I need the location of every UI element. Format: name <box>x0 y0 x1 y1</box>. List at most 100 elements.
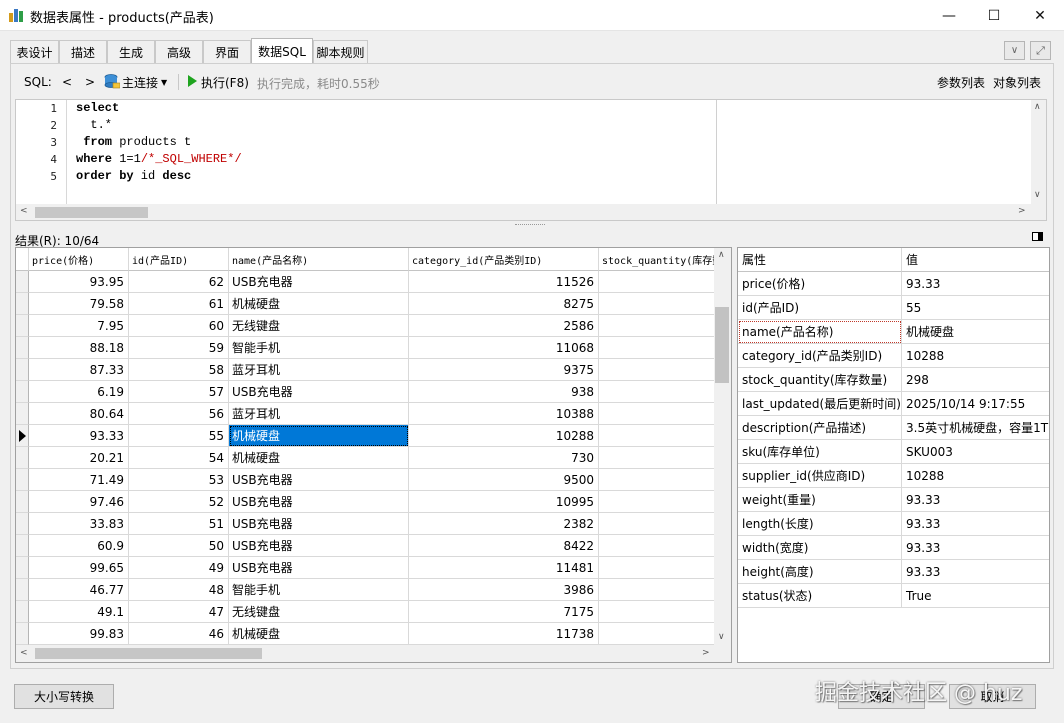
table-cell[interactable] <box>599 381 719 403</box>
table-cell[interactable]: 7175 <box>409 601 599 623</box>
grid-hscroll-thumb[interactable] <box>35 648 262 659</box>
editor-horizontal-scrollbar[interactable]: < > <box>16 204 1046 220</box>
table-cell[interactable]: 79.58 <box>29 293 129 315</box>
table-cell[interactable]: 9500 <box>409 469 599 491</box>
column-header[interactable]: category_id(产品类别ID) <box>409 248 599 271</box>
table-cell[interactable]: 97.46 <box>29 491 129 513</box>
table-cell[interactable]: 11068 <box>409 337 599 359</box>
table-cell[interactable] <box>599 271 719 293</box>
table-cell[interactable]: 无线键盘 <box>229 315 409 337</box>
column-header[interactable]: name(产品名称) <box>229 248 409 271</box>
table-cell[interactable]: USB充电器 <box>229 557 409 579</box>
table-cell[interactable]: 57 <box>129 381 229 403</box>
table-cell[interactable] <box>599 293 719 315</box>
table-cell[interactable]: 8422 <box>409 535 599 557</box>
row-indicator[interactable] <box>16 359 29 381</box>
table-cell[interactable]: 59 <box>129 337 229 359</box>
tab-script-rules[interactable]: 脚本规则 <box>313 40 368 63</box>
table-cell[interactable]: 蓝牙耳机 <box>229 359 409 381</box>
result-grid[interactable]: price(价格) id(产品ID) name(产品名称) category_id(产… <box>15 247 732 663</box>
scroll-right-icon[interactable]: > <box>1018 206 1026 216</box>
table-cell[interactable]: 80.64 <box>29 403 129 425</box>
scroll-left-icon[interactable]: < <box>20 206 28 216</box>
table-cell[interactable]: 46.77 <box>29 579 129 601</box>
table-cell[interactable]: 3986 <box>409 579 599 601</box>
row-indicator[interactable] <box>16 447 29 469</box>
column-header[interactable]: id(产品ID) <box>129 248 229 271</box>
editor-vertical-scrollbar[interactable]: ∧ ∨ <box>1031 100 1046 204</box>
table-cell[interactable]: USB充电器 <box>229 469 409 491</box>
table-cell[interactable]: 8275 <box>409 293 599 315</box>
table-cell[interactable]: 48 <box>129 579 229 601</box>
row-indicator[interactable] <box>16 315 29 337</box>
property-value[interactable]: 55 <box>902 296 1049 320</box>
objects-list-button[interactable]: 对象列表 <box>993 73 1041 91</box>
table-cell[interactable]: 56 <box>129 403 229 425</box>
scroll-down-icon[interactable]: ∨ <box>718 632 725 642</box>
case-convert-button[interactable]: 大小写转换 <box>14 684 114 709</box>
tab-table-design[interactable]: 表设计 <box>10 40 59 63</box>
tab-generate[interactable]: 生成 <box>107 40 155 63</box>
scroll-right-icon[interactable]: > <box>702 648 710 658</box>
row-indicator[interactable] <box>16 513 29 535</box>
table-cell[interactable]: 7.95 <box>29 315 129 337</box>
table-cell[interactable] <box>599 601 719 623</box>
code-line[interactable]: from products t <box>76 135 191 149</box>
splitter-handle[interactable] <box>515 224 545 227</box>
table-cell[interactable]: 2382 <box>409 513 599 535</box>
table-cell[interactable]: 49.1 <box>29 601 129 623</box>
table-cell[interactable] <box>599 359 719 381</box>
table-cell[interactable]: 61 <box>129 293 229 315</box>
table-cell[interactable] <box>599 315 719 337</box>
table-cell[interactable]: 蓝牙耳机 <box>229 403 409 425</box>
tab-ui[interactable]: 界面 <box>203 40 251 63</box>
row-indicator[interactable] <box>16 535 29 557</box>
table-cell[interactable]: 机械硬盘 <box>229 293 409 315</box>
row-indicator[interactable] <box>16 381 29 403</box>
table-cell[interactable]: 10288 <box>409 425 599 447</box>
table-cell[interactable]: 10388 <box>409 403 599 425</box>
table-cell[interactable]: 智能手机 <box>229 579 409 601</box>
table-cell[interactable]: 62 <box>129 271 229 293</box>
table-cell[interactable]: 49 <box>129 557 229 579</box>
row-indicator[interactable] <box>16 425 29 447</box>
tab-data-sql[interactable]: 数据SQL <box>251 38 313 64</box>
row-indicator[interactable] <box>16 403 29 425</box>
row-indicator[interactable] <box>16 337 29 359</box>
property-value[interactable]: 93.33 <box>902 272 1049 296</box>
table-cell[interactable]: 智能手机 <box>229 337 409 359</box>
table-cell[interactable]: 11738 <box>409 623 599 645</box>
table-cell[interactable]: 93.95 <box>29 271 129 293</box>
table-cell[interactable]: 51 <box>129 513 229 535</box>
table-cell[interactable]: 938 <box>409 381 599 403</box>
property-value[interactable]: True <box>902 584 1049 608</box>
table-cell[interactable]: 33.83 <box>29 513 129 535</box>
table-cell[interactable]: USB充电器 <box>229 513 409 535</box>
close-button[interactable]: ✕ <box>1017 0 1063 31</box>
scroll-down-icon[interactable]: ∨ <box>1034 190 1041 200</box>
code-line[interactable]: t.* <box>76 118 112 132</box>
table-cell[interactable]: 58 <box>129 359 229 381</box>
table-cell[interactable]: 50 <box>129 535 229 557</box>
property-value[interactable]: 10288 <box>902 464 1049 488</box>
prev-sql-button[interactable]: < <box>62 73 72 91</box>
maximize-button[interactable]: ☐ <box>971 0 1017 31</box>
panel-toggle-icon[interactable] <box>1032 232 1043 241</box>
property-value[interactable]: SKU003 <box>902 440 1049 464</box>
table-cell[interactable]: 无线键盘 <box>229 601 409 623</box>
property-value[interactable]: 93.33 <box>902 488 1049 512</box>
property-value[interactable]: 10288 <box>902 344 1049 368</box>
row-indicator[interactable] <box>16 579 29 601</box>
table-cell[interactable]: 47 <box>129 601 229 623</box>
record-property-panel[interactable]: 属性值 price(价格) 93.33 id(产品ID) 55 name(产品名称) 机械硬… <box>737 247 1050 663</box>
editor-scroll-thumb[interactable] <box>35 207 148 218</box>
table-cell[interactable]: USB充电器 <box>229 271 409 293</box>
code-line[interactable]: order by id desc <box>76 169 191 183</box>
table-cell[interactable] <box>599 447 719 469</box>
minimize-button[interactable]: — <box>926 0 972 31</box>
table-cell[interactable] <box>599 425 719 447</box>
scroll-up-icon[interactable]: ∧ <box>1034 102 1041 112</box>
row-indicator[interactable] <box>16 491 29 513</box>
table-cell[interactable] <box>599 491 719 513</box>
next-sql-button[interactable]: > <box>85 73 95 91</box>
